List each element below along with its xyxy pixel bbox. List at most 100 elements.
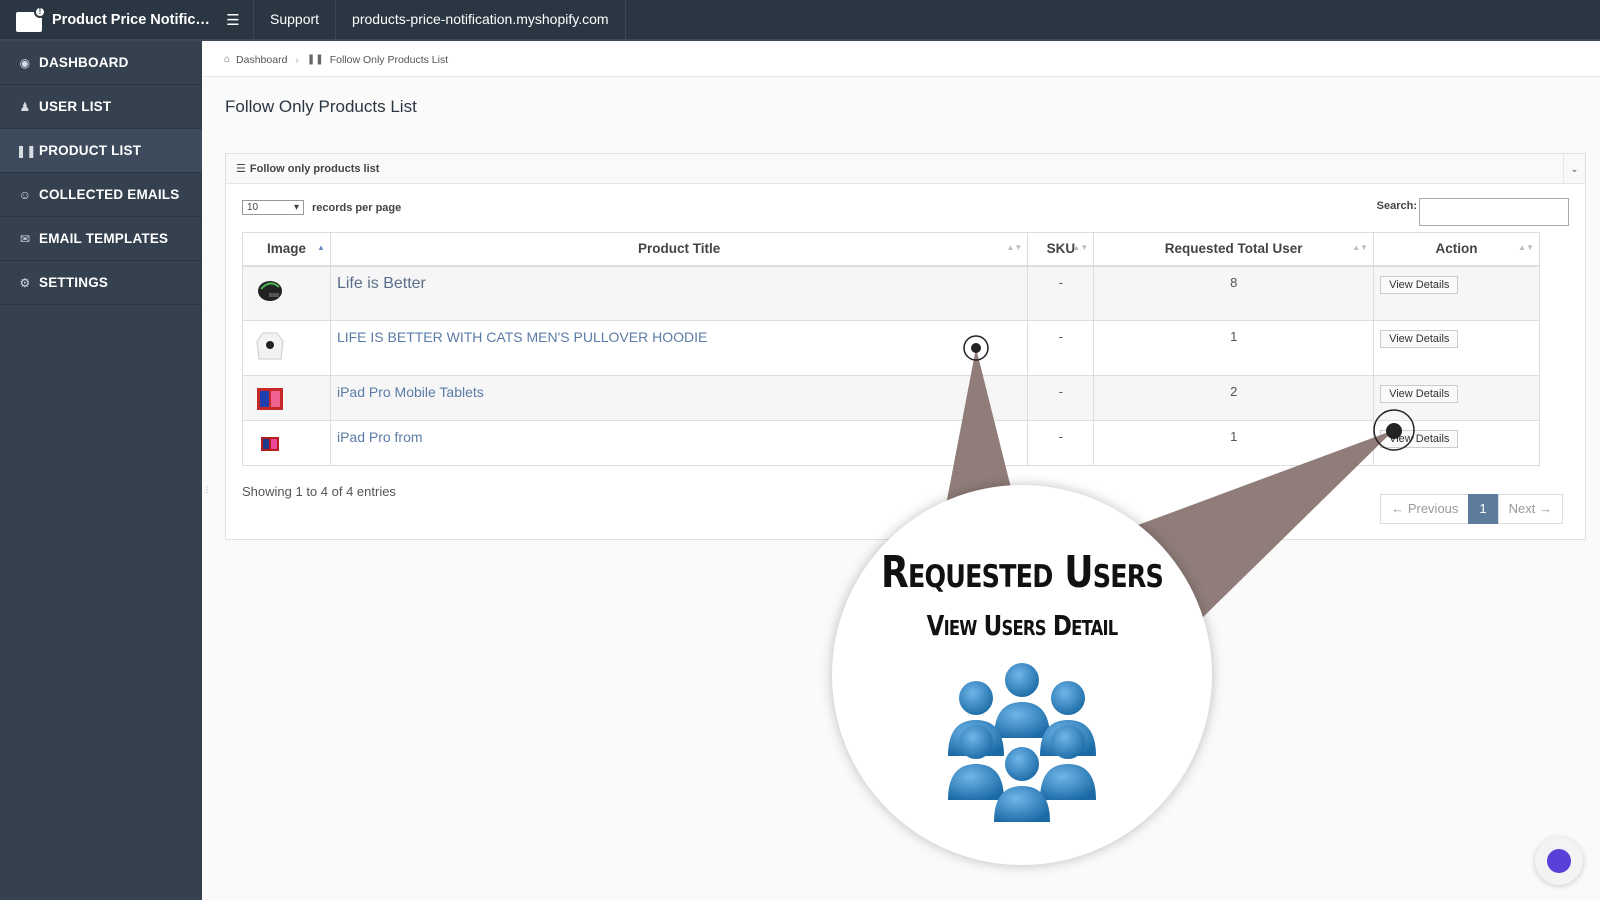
sidebar-item-label: USER LIST	[39, 99, 112, 114]
table-header-row: Image ▲ Product Title ▲▼ SKU ▲▼ Requested T…	[242, 232, 1540, 267]
dropdown-arrow-icon: ▾	[293, 202, 299, 213]
breadcrumb-current: Follow Only Products List	[329, 53, 449, 66]
envelope-icon: ✉	[19, 231, 31, 246]
page-size-control: 10 ▾ records per page	[242, 200, 401, 215]
chat-icon	[1547, 849, 1571, 873]
product-title-link[interactable]: iPad Pro from	[337, 429, 423, 445]
sku-cell: -	[1027, 420, 1095, 466]
list-icon: ☰	[236, 163, 246, 175]
product-image-cell	[242, 420, 331, 466]
requested-count-cell: 1	[1093, 320, 1375, 376]
products-panel: ☰ Follow only products list ⌄ 10 ▾ recor…	[225, 153, 1586, 540]
menu-toggle-icon[interactable]: ☰	[221, 11, 245, 29]
breadcrumb-dashboard[interactable]: Dashboard	[236, 54, 287, 66]
sidebar-item-dashboard[interactable]: ◉ DASHBOARD	[0, 41, 202, 85]
requested-count-cell: 2	[1093, 375, 1375, 421]
page-size-select[interactable]: 10 ▾	[242, 200, 304, 215]
store-domain-link[interactable]: products-price-notification.myshopify.co…	[336, 0, 625, 40]
product-title-link[interactable]: Life is Better	[337, 275, 426, 292]
column-header-action[interactable]: Action ▲▼	[1373, 232, 1540, 267]
table-info: Showing 1 to 4 of 4 entries	[242, 484, 396, 499]
tablet-product-image	[253, 427, 287, 461]
table-row: Life is Better - 8 View Details	[242, 265, 1540, 321]
action-cell: View Details	[1373, 265, 1540, 321]
support-link[interactable]: Support	[254, 0, 335, 40]
next-page-button[interactable]: Next →	[1497, 494, 1563, 524]
tablet-product-image	[253, 382, 287, 416]
product-title-link[interactable]: LIFE IS BETTER WITH CATS MEN'S PULLOVER …	[337, 329, 707, 345]
dashboard-icon: ◉	[19, 55, 31, 70]
search-input[interactable]	[1419, 198, 1569, 226]
view-details-button[interactable]: View Details	[1380, 330, 1459, 348]
product-title-cell: LIFE IS BETTER WITH CATS MEN'S PULLOVER …	[329, 320, 1029, 376]
users-icon: ♟	[19, 99, 31, 114]
sidebar-item-user-list[interactable]: ♟ USER LIST	[0, 85, 202, 129]
sidebar-item-collected-emails[interactable]: ☺ COLLECTED EMAILS	[0, 173, 202, 217]
chat-launcher-button[interactable]	[1535, 837, 1583, 885]
column-header-sku[interactable]: SKU ▲▼	[1027, 232, 1095, 267]
view-details-button[interactable]: View Details	[1380, 430, 1459, 448]
panel-title: Follow only products list	[249, 162, 380, 175]
action-cell: View Details	[1373, 320, 1540, 376]
product-title-link[interactable]: iPad Pro Mobile Tablets	[337, 384, 484, 400]
sidebar-item-label: SETTINGS	[39, 275, 109, 290]
action-cell: View Details	[1373, 375, 1540, 421]
top-nav: Support products-price-notification.mysh…	[253, 0, 626, 40]
sidebar: ◉ DASHBOARD ♟ USER LIST ❚❚ PRODUCT LIST …	[0, 41, 202, 900]
product-title-cell: iPad Pro Mobile Tablets	[329, 375, 1029, 421]
users-group-icon	[948, 663, 1096, 822]
helmet-product-image	[253, 272, 287, 307]
collapse-chevron-icon[interactable]: ⌄	[1563, 154, 1585, 184]
breadcrumb: ⌂ Dashboard › ❚❚ Follow Only Products Li…	[202, 43, 1600, 77]
app-title: Product Price Notificati...	[52, 11, 212, 28]
sidebar-item-product-list[interactable]: ❚❚ PRODUCT LIST	[0, 129, 202, 173]
requested-count-cell: 8	[1093, 265, 1375, 321]
page-size-value: 10	[247, 202, 259, 213]
envelope-badge-icon: !	[16, 5, 46, 34]
sidebar-item-settings[interactable]: ⚙ SETTINGS	[0, 261, 202, 305]
gear-icon: ⚙	[19, 275, 31, 290]
action-cell: View Details	[1373, 420, 1540, 466]
sku-cell: -	[1027, 320, 1095, 376]
callout-title: Requested Users	[880, 547, 1164, 598]
sort-icon: ▲▼	[1518, 243, 1534, 252]
home-icon: ⌂	[224, 54, 231, 65]
table-row: LIFE IS BETTER WITH CATS MEN'S PULLOVER …	[242, 320, 1540, 376]
page-size-label: records per page	[312, 201, 402, 214]
page-1-button[interactable]: 1	[1468, 494, 1498, 524]
requested-users-callout: Requested Users View Users Detail	[832, 485, 1212, 865]
barcode-icon: ❚❚	[306, 54, 324, 65]
barcode-icon: ❚❚	[16, 143, 37, 158]
view-details-button[interactable]: View Details	[1380, 385, 1459, 403]
table-row: iPad Pro Mobile Tablets - 2 View Details	[242, 375, 1540, 421]
product-title-cell: iPad Pro from	[329, 420, 1029, 466]
products-table: Image ▲ Product Title ▲▼ SKU ▲▼ Requested T…	[242, 232, 1540, 466]
column-header-product-title[interactable]: Product Title ▲▼	[329, 232, 1029, 267]
page-title: Follow Only Products List	[225, 97, 417, 116]
sidebar-item-label: DASHBOARD	[39, 55, 129, 70]
chevron-right-icon: ›	[295, 53, 299, 66]
search-label: Search:	[1376, 200, 1417, 212]
column-header-image[interactable]: Image ▲	[242, 232, 331, 267]
smile-icon: ☺	[18, 187, 32, 202]
top-bar: ! Product Price Notificati... ☰ Support …	[0, 0, 1600, 41]
pagination: ← Previous 1 Next →	[1380, 494, 1563, 524]
column-header-requested-total-user[interactable]: Requested Total User ▲▼	[1093, 232, 1375, 267]
sidebar-item-label: COLLECTED EMAILS	[39, 187, 180, 202]
sidebar-item-email-templates[interactable]: ✉ EMAIL TEMPLATES	[0, 217, 202, 261]
hoodie-product-image	[253, 327, 287, 361]
sidebar-item-label: EMAIL TEMPLATES	[39, 231, 169, 246]
brand[interactable]: ! Product Price Notificati...	[0, 0, 221, 40]
view-details-button[interactable]: View Details	[1380, 275, 1459, 294]
product-image-cell	[242, 320, 331, 376]
requested-count-cell: 1	[1093, 420, 1375, 466]
sku-cell: -	[1027, 375, 1095, 421]
previous-page-button[interactable]: ← Previous	[1380, 494, 1469, 524]
sort-asc-icon: ▲	[317, 243, 325, 252]
product-image-cell	[242, 375, 331, 421]
sort-icon: ▲▼	[1006, 243, 1023, 252]
panel-header: ☰ Follow only products list ⌄	[226, 154, 1585, 184]
sidebar-item-label: PRODUCT LIST	[39, 143, 142, 158]
product-image-cell	[242, 265, 331, 321]
sort-icon: ▲▼	[1352, 243, 1369, 252]
